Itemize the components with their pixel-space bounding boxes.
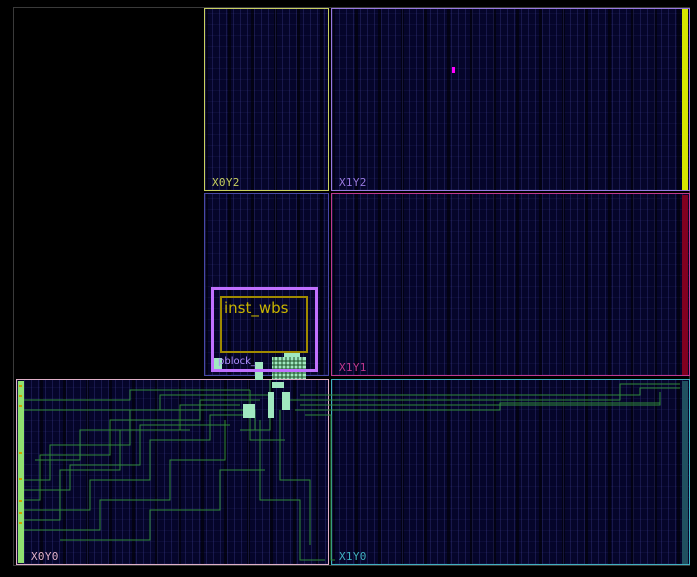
routing-overlay — [18, 9, 688, 564]
pblock-label: pblock_ — [218, 356, 256, 367]
instance-label: inst_wbs — [224, 299, 289, 317]
io-bank-column — [18, 381, 24, 563]
edge-bar-x1y1 — [682, 195, 688, 375]
clock-bar-x1y2 — [682, 9, 688, 190]
instance-box[interactable]: inst_wbs — [220, 296, 308, 353]
device-canvas[interactable]: X0Y2 X1Y2 X1Y1 X0Y0 X1Y0 inst_wbs pblock… — [0, 0, 697, 577]
routing-nets — [24, 380, 680, 561]
edge-bar-x1y0 — [682, 381, 688, 564]
